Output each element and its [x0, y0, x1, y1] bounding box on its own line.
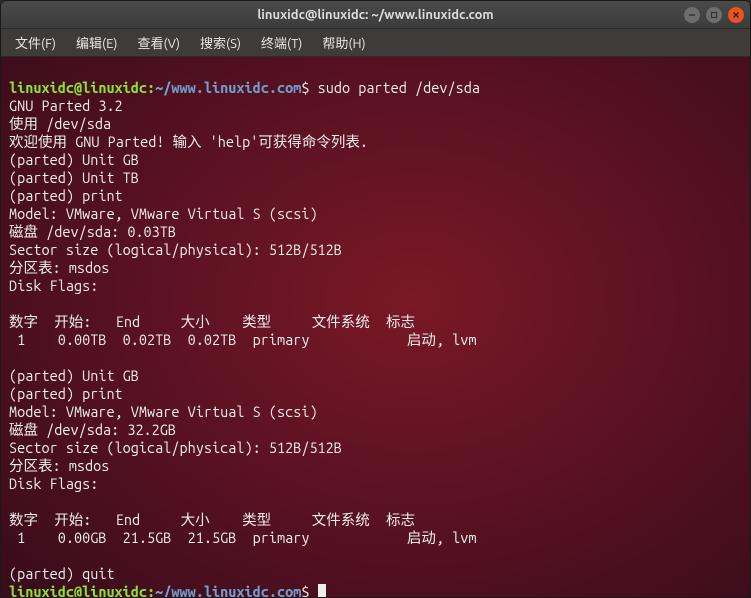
terminal-line: 数字 开始: End 大小 类型 文件系统 标志 [9, 511, 415, 528]
menu-view[interactable]: 查看(V) [128, 29, 190, 56]
prompt-userhost: linuxidc@linuxidc [9, 583, 147, 597]
menu-help[interactable]: 帮助(H) [312, 29, 375, 56]
prompt-dollar: $ [301, 583, 317, 597]
titlebar: linuxidc@linuxidc: ~/www.linuxidc.com [1, 1, 750, 29]
terminal-line: Model: VMware, VMware Virtual S (scsi) [9, 205, 318, 222]
terminal-line: linuxidc@linuxidc:~/www.linuxidc.com$ su… [9, 79, 480, 96]
terminal-line: (parted) print [9, 187, 123, 204]
window-title: linuxidc@linuxidc: ~/www.linuxidc.com [257, 8, 493, 22]
terminal-window: linuxidc@linuxidc: ~/www.linuxidc.com 文件… [0, 0, 751, 598]
terminal-line: Sector size (logical/physical): 512B/512… [9, 241, 342, 258]
terminal-line: GNU Parted 3.2 [9, 97, 123, 114]
cursor-icon [318, 584, 326, 597]
terminal-line: Model: VMware, VMware Virtual S (scsi) [9, 403, 318, 420]
terminal-line: 磁盘 /dev/sda: 32.2GB [9, 421, 176, 438]
minimize-icon[interactable] [684, 7, 700, 23]
terminal-line: 1 0.00TB 0.02TB 0.02TB primary 启动, lvm [9, 331, 476, 348]
terminal-line: 数字 开始: End 大小 类型 文件系统 标志 [9, 313, 415, 330]
terminal-line: 磁盘 /dev/sda: 0.03TB [9, 223, 176, 240]
menu-terminal[interactable]: 终端(T) [251, 29, 312, 56]
terminal-body[interactable]: linuxidc@linuxidc:~/www.linuxidc.com$ su… [1, 57, 750, 597]
prompt-path: ~/www.linuxidc.com [155, 583, 301, 597]
menu-edit[interactable]: 编辑(E) [66, 29, 127, 56]
terminal-line: Disk Flags: [9, 475, 98, 492]
menubar: 文件(F) 编辑(E) 查看(V) 搜索(S) 终端(T) 帮助(H) [1, 29, 750, 57]
terminal-line: Disk Flags: [9, 277, 98, 294]
menu-file[interactable]: 文件(F) [5, 29, 66, 56]
terminal-line: (parted) Unit GB [9, 151, 139, 168]
terminal-line: (parted) quit [9, 565, 115, 582]
terminal-line: 1 0.00GB 21.5GB 21.5GB primary 启动, lvm [9, 529, 476, 546]
prompt-colon: : [147, 583, 155, 597]
prompt-path: ~/www.linuxidc.com [155, 79, 301, 96]
window-controls [684, 7, 744, 23]
terminal-line: 欢迎使用 GNU Parted! 输入 'help'可获得命令列表. [9, 133, 368, 150]
menu-search[interactable]: 搜索(S) [190, 29, 251, 56]
command: sudo parted /dev/sda [318, 79, 480, 96]
prompt-dollar: $ [301, 79, 317, 96]
terminal-line: Sector size (logical/physical): 512B/512… [9, 439, 342, 456]
terminal-line: (parted) Unit TB [9, 169, 139, 186]
terminal-line: (parted) Unit GB [9, 367, 139, 384]
terminal-line: 分区表: msdos [9, 259, 109, 276]
terminal-line: (parted) print [9, 385, 123, 402]
prompt-userhost: linuxidc@linuxidc [9, 79, 147, 96]
terminal-line: 使用 /dev/sda [9, 115, 111, 132]
close-icon[interactable] [728, 7, 744, 23]
terminal-line: 分区表: msdos [9, 457, 109, 474]
prompt-colon: : [147, 79, 155, 96]
maximize-icon[interactable] [706, 7, 722, 23]
terminal-line: linuxidc@linuxidc:~/www.linuxidc.com$ [9, 583, 326, 597]
